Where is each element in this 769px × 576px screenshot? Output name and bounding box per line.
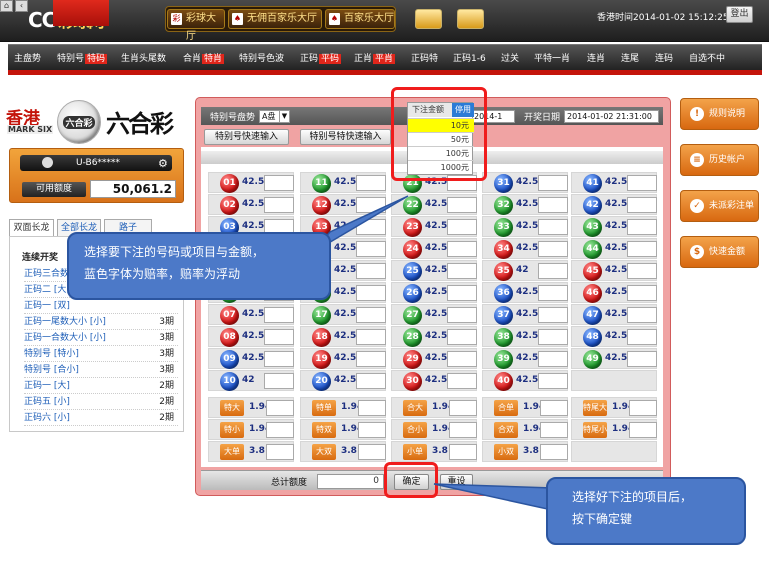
instruction-callout-confirm: 选择好下注的项目后， 按下确定键 [546,477,746,545]
instruction-callout-select: 选择要下注的号码或项目与金额， 蓝色字体为赔率，赔率为浮动 [67,232,331,300]
